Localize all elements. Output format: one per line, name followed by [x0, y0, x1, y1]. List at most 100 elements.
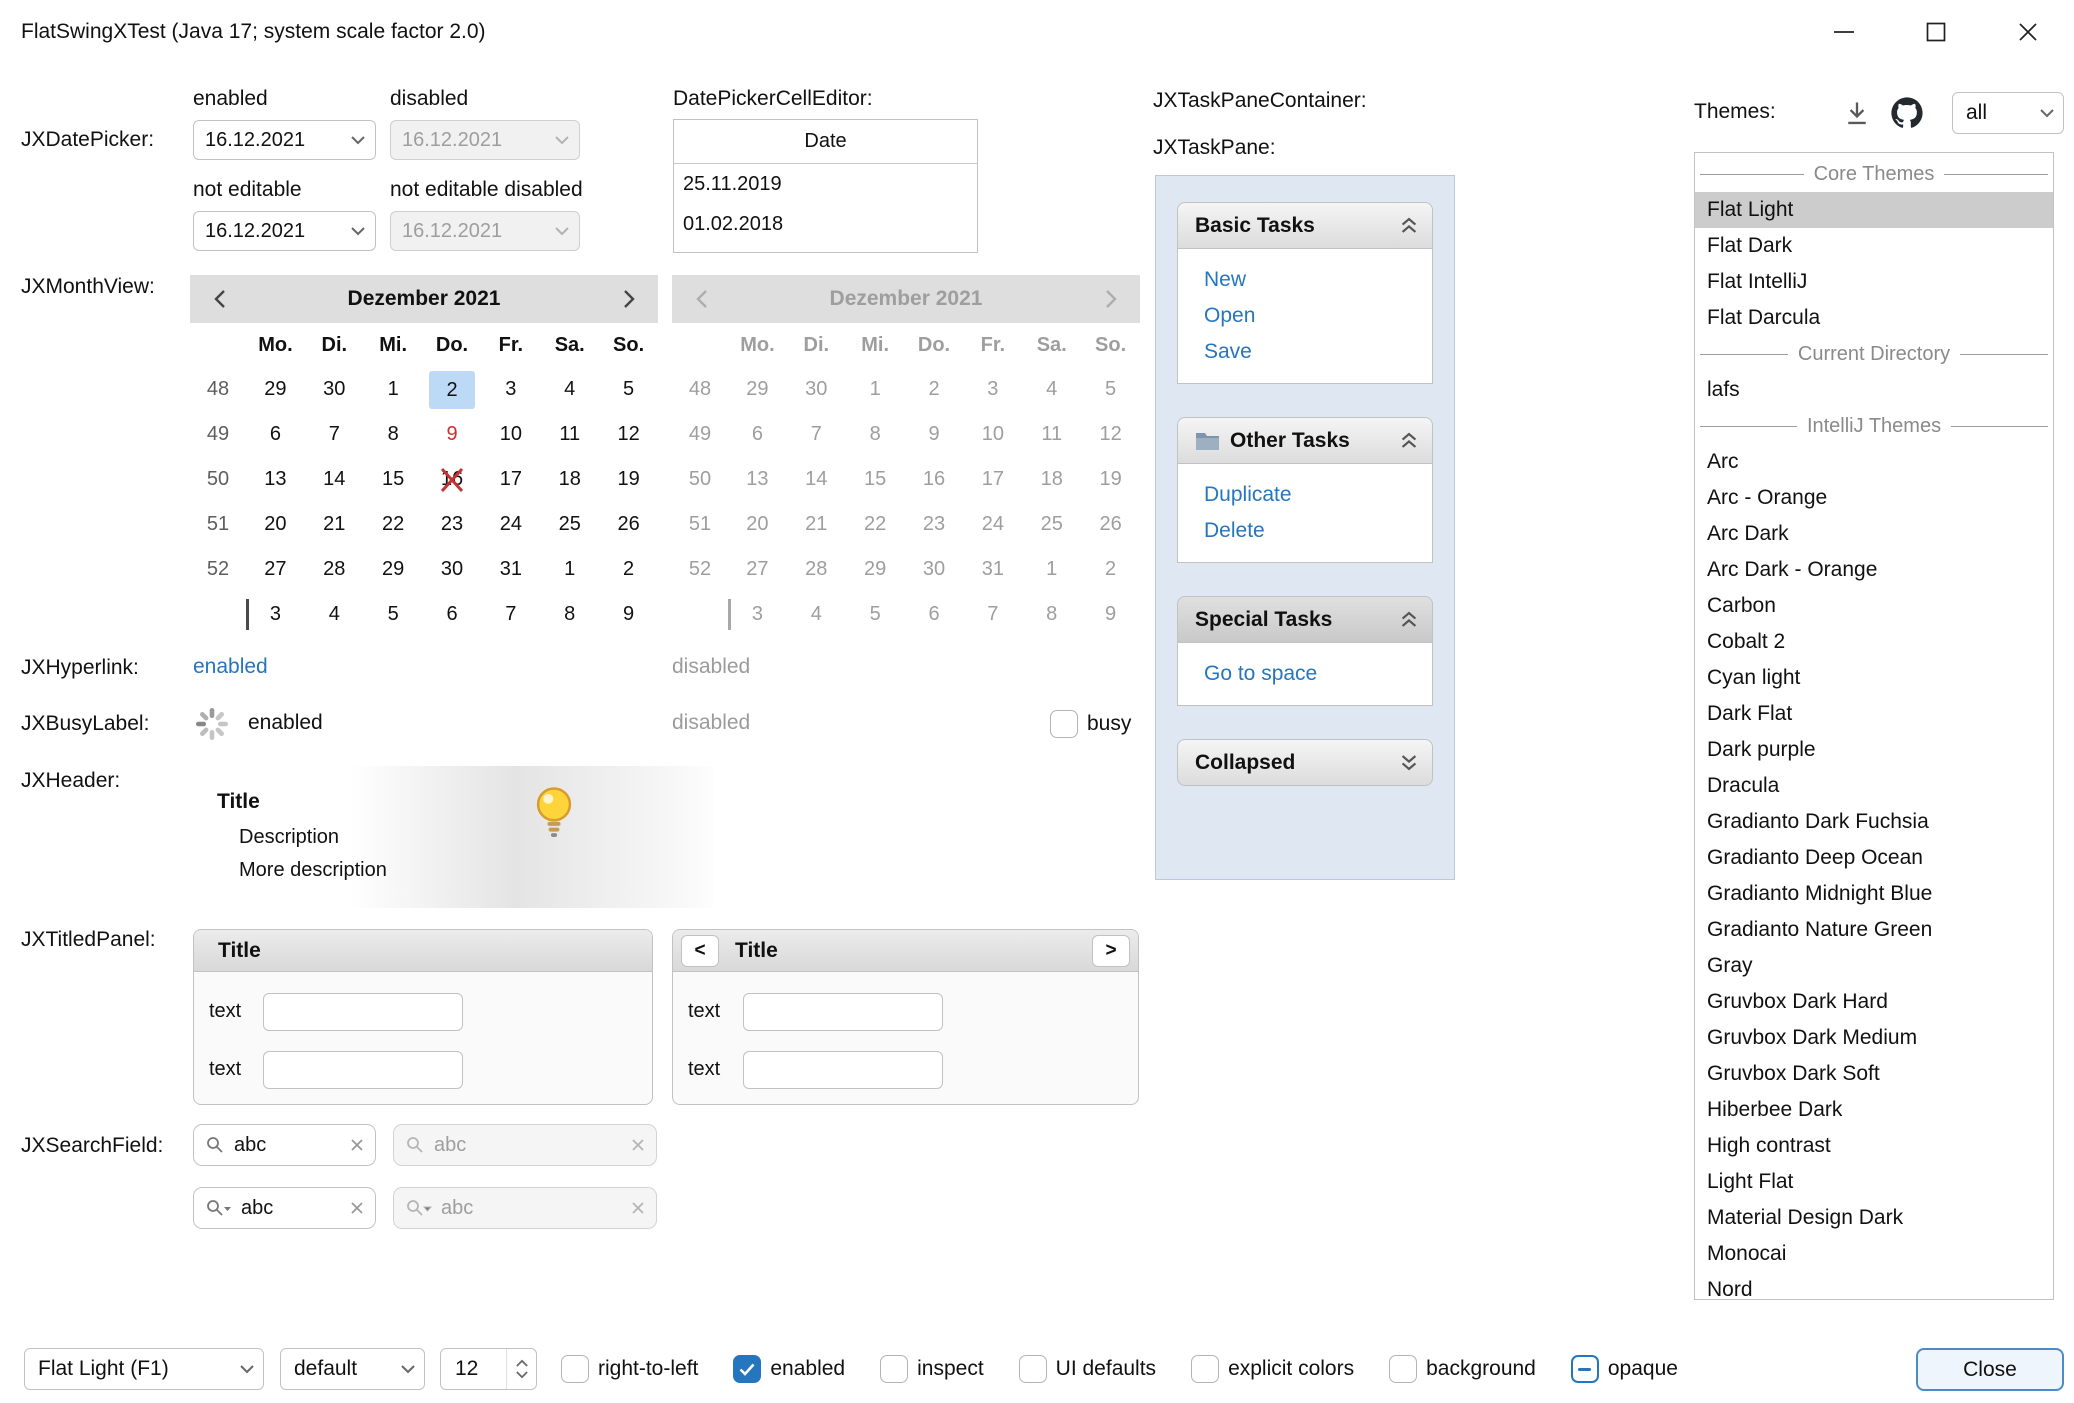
- calendar-day[interactable]: 22: [364, 513, 423, 536]
- checkbox-explicit-colors[interactable]: explicit colors: [1191, 1355, 1354, 1383]
- expand-icon[interactable]: [1398, 752, 1420, 773]
- calendar-day[interactable]: 8: [540, 603, 599, 626]
- calendar-day[interactable]: 29: [246, 378, 305, 401]
- theme-list-item[interactable]: Gradianto Midnight Blue: [1695, 876, 2053, 912]
- clear-icon[interactable]: [350, 1138, 364, 1152]
- checkbox-box[interactable]: [733, 1355, 761, 1383]
- checkbox-box[interactable]: [1191, 1355, 1219, 1383]
- text-input[interactable]: [743, 993, 943, 1031]
- text-input[interactable]: [263, 1051, 463, 1089]
- theme-list-item[interactable]: Dark purple: [1695, 732, 2053, 768]
- text-input[interactable]: [263, 993, 463, 1031]
- themes-filter-combo[interactable]: all: [1952, 92, 2064, 134]
- theme-list-item[interactable]: Material Design Dark: [1695, 1200, 2053, 1236]
- calendar-day[interactable]: 1: [364, 378, 423, 401]
- theme-list-item[interactable]: Monocai: [1695, 1236, 2053, 1272]
- search-input[interactable]: abc: [234, 1134, 341, 1157]
- task-link[interactable]: Go to space: [1204, 656, 1432, 692]
- calendar-day[interactable]: 9: [423, 423, 482, 446]
- close-window-button[interactable]: [1982, 0, 2074, 64]
- theme-list-item[interactable]: Gradianto Nature Green: [1695, 912, 2053, 948]
- theme-list-item[interactable]: Flat IntelliJ: [1695, 264, 2053, 300]
- task-link[interactable]: New: [1204, 262, 1432, 298]
- chevron-down-icon[interactable]: [341, 121, 375, 159]
- task-link[interactable]: Save: [1204, 334, 1432, 370]
- theme-list-item[interactable]: Nord: [1695, 1272, 2053, 1300]
- datepicker-value[interactable]: 16.12.2021: [194, 129, 341, 152]
- checkbox-enabled[interactable]: enabled: [733, 1355, 845, 1383]
- spinner-arrows[interactable]: [506, 1349, 536, 1389]
- task-link[interactable]: Duplicate: [1204, 477, 1432, 513]
- theme-list-item[interactable]: High contrast: [1695, 1128, 2053, 1164]
- clear-icon[interactable]: [350, 1201, 364, 1215]
- theme-list-item[interactable]: Arc Dark - Orange: [1695, 552, 2053, 588]
- next-month-button[interactable]: [600, 289, 658, 309]
- theme-list-item[interactable]: Gray: [1695, 948, 2053, 984]
- calendar-day[interactable]: 4: [305, 603, 364, 626]
- chevron-up-icon[interactable]: [516, 1359, 528, 1367]
- prev-month-button[interactable]: [190, 289, 248, 309]
- calendar-day[interactable]: 28: [305, 558, 364, 581]
- calendar-day[interactable]: 26: [599, 513, 658, 536]
- checkbox-box[interactable]: [880, 1355, 908, 1383]
- font-size-spinner[interactable]: 12: [440, 1348, 537, 1390]
- taskpane-header[interactable]: Other Tasks: [1177, 417, 1433, 464]
- calendar-day[interactable]: 14: [305, 468, 364, 491]
- theme-list-item[interactable]: Gradianto Dark Fuchsia: [1695, 804, 2053, 840]
- calendar-day[interactable]: 5: [599, 378, 658, 401]
- titledpanel-next-button[interactable]: >: [1092, 935, 1130, 967]
- github-button[interactable]: [1888, 94, 1926, 132]
- checkbox-box[interactable]: [1050, 710, 1078, 738]
- table-column-header[interactable]: Date: [674, 120, 977, 164]
- calendar-day[interactable]: 9: [599, 603, 658, 626]
- calendar-day[interactable]: 3: [246, 603, 305, 626]
- calendar-day[interactable]: 31: [481, 558, 540, 581]
- calendar-day[interactable]: 25: [540, 513, 599, 536]
- calendar-day[interactable]: 2: [599, 558, 658, 581]
- text-input[interactable]: [743, 1051, 943, 1089]
- calendar-day[interactable]: 2: [423, 371, 482, 409]
- task-link[interactable]: Open: [1204, 298, 1432, 334]
- calendar-day[interactable]: 30: [423, 558, 482, 581]
- theme-list-item[interactable]: Flat Dark: [1695, 228, 2053, 264]
- theme-list-item[interactable]: Cobalt 2: [1695, 624, 2053, 660]
- taskpane-header[interactable]: Special Tasks: [1177, 596, 1433, 643]
- calendar-day[interactable]: 8: [364, 423, 423, 446]
- calendar-day[interactable]: 4: [540, 378, 599, 401]
- calendar-day[interactable]: 21: [305, 513, 364, 536]
- calendar-day[interactable]: 23: [423, 513, 482, 536]
- datepicker-enabled[interactable]: 16.12.2021: [193, 120, 376, 160]
- table-row[interactable]: 01.02.2018: [674, 204, 977, 244]
- datepicker-not-editable[interactable]: 16.12.2021: [193, 211, 376, 251]
- calendar-day[interactable]: 19: [599, 468, 658, 491]
- search-dropdown-icon[interactable]: [205, 1198, 232, 1218]
- titledpanel-prev-button[interactable]: <: [681, 935, 719, 967]
- calendar-day[interactable]: 12: [599, 423, 658, 446]
- theme-list-item[interactable]: Arc: [1695, 444, 2053, 480]
- calendar-day[interactable]: 5: [364, 603, 423, 626]
- checkbox-inspect[interactable]: inspect: [880, 1355, 984, 1383]
- taskpane-header[interactable]: Basic Tasks: [1177, 202, 1433, 249]
- calendar-day[interactable]: 10: [481, 423, 540, 446]
- checkbox-box[interactable]: [1019, 1355, 1047, 1383]
- spinner-value[interactable]: 12: [455, 1357, 478, 1381]
- theme-list-item[interactable]: Hiberbee Dark: [1695, 1092, 2053, 1128]
- taskpane-header[interactable]: Collapsed: [1177, 739, 1433, 786]
- close-button[interactable]: Close: [1916, 1348, 2064, 1391]
- checkbox-box[interactable]: [561, 1355, 589, 1383]
- theme-list-item[interactable]: Dracula: [1695, 768, 2053, 804]
- style-combo[interactable]: default: [280, 1348, 425, 1390]
- monthview-enabled[interactable]: Dezember 2021Mo.Di.Mi.Do.Fr.Sa.So.482930…: [190, 275, 658, 637]
- theme-list-item[interactable]: Flat Darcula: [1695, 300, 2053, 336]
- theme-list-item[interactable]: Dark Flat: [1695, 696, 2053, 732]
- calendar-day[interactable]: 7: [481, 603, 540, 626]
- chevron-down-icon[interactable]: [516, 1371, 528, 1379]
- themes-list[interactable]: Core ThemesFlat LightFlat DarkFlat Intel…: [1694, 152, 2054, 1300]
- task-link[interactable]: Delete: [1204, 513, 1432, 549]
- calendar-day[interactable]: 7: [305, 423, 364, 446]
- calendar-day[interactable]: 16: [423, 468, 482, 491]
- calendar-day[interactable]: 13: [246, 468, 305, 491]
- theme-list-item[interactable]: Carbon: [1695, 588, 2053, 624]
- theme-list-item[interactable]: lafs: [1695, 372, 2053, 408]
- calendar-day[interactable]: 29: [364, 558, 423, 581]
